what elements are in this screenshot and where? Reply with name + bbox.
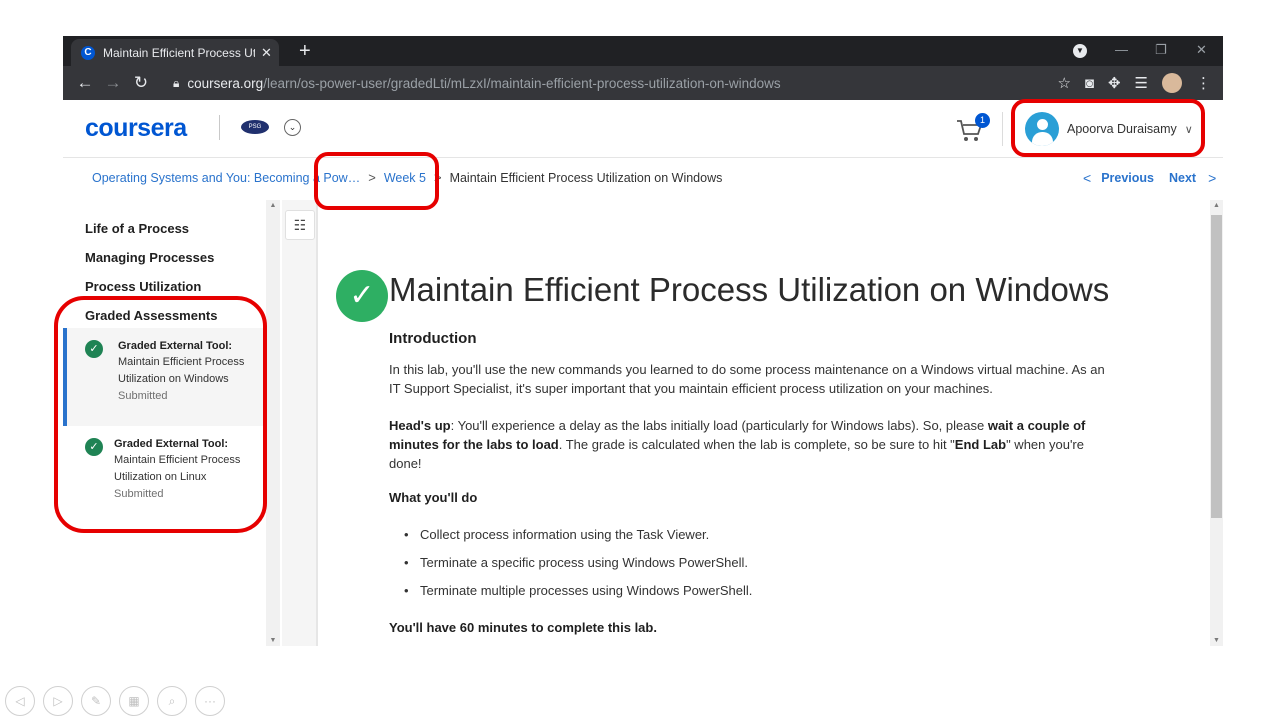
zoom-icon[interactable]: ⌕ <box>157 686 187 716</box>
cart-count-badge: 1 <box>975 113 990 128</box>
restore-icon[interactable]: ❐ <box>1155 42 1167 58</box>
previous-button[interactable]: Previous <box>1101 171 1154 185</box>
minimize-icon[interactable]: — <box>1115 42 1128 57</box>
new-tab-icon[interactable]: + <box>299 39 311 63</box>
intro-paragraph: In this lab, you'll use the new commands… <box>389 362 1105 396</box>
camera-icon[interactable]: ◙ <box>1085 75 1094 92</box>
url-path: /learn/os-power-user/gradedLti/mLzxI/mai… <box>263 75 781 91</box>
close-icon[interactable]: ✕ <box>261 45 272 61</box>
close-window-icon[interactable]: ✕ <box>1196 42 1207 58</box>
divider <box>219 115 220 140</box>
divider <box>63 157 1223 158</box>
scroll-up-icon[interactable]: ▲ <box>1210 202 1223 209</box>
sidebar-section-process-utilization[interactable]: Process Utilization <box>85 279 201 294</box>
scroll-up-icon[interactable]: ▲ <box>266 202 280 209</box>
todo-list: Collect process information using the Ta… <box>404 527 752 611</box>
address-bar[interactable]: 🔒︎ coursera.org/learn/os-power-user/grad… <box>173 66 781 100</box>
page-title: Maintain Efficient Process Utilization o… <box>389 271 1110 308</box>
headsup-text: . The grade is calculated when the lab i… <box>558 437 955 452</box>
breadcrumb-current: Maintain Efficient Process Utilization o… <box>449 170 723 185</box>
extensions-icon[interactable]: ✥ <box>1108 74 1121 92</box>
next-button[interactable]: Next <box>1169 171 1196 185</box>
end-lab-text: End Lab <box>954 437 1007 452</box>
tab-title: Maintain Efficient Process Utiliza <box>103 45 255 60</box>
partner-badge: PSG <box>241 120 269 134</box>
headsup-label: Head's up <box>389 418 451 433</box>
list-item: Terminate multiple processes using Windo… <box>404 583 752 611</box>
list-icon[interactable]: ☷ <box>285 210 315 240</box>
headsup-text: : You'll experience a delay as the labs … <box>450 418 988 433</box>
previous-slide-icon[interactable]: ◁ <box>5 686 35 716</box>
slide-controls: ◁ ▷ ✎ ▦ ⌕ ··· <box>5 686 225 716</box>
profile-avatar[interactable] <box>1162 73 1182 93</box>
toc-column: ☷ <box>282 200 318 646</box>
chevron-right-icon[interactable]: > <box>1208 170 1216 186</box>
browser-tab[interactable]: C Maintain Efficient Process Utiliza ✕ <box>71 39 279 66</box>
annotation-user-highlight <box>1011 99 1205 157</box>
check-icon: ✓ <box>336 270 388 322</box>
sidebar-scrollbar[interactable]: ▲ ▼ <box>266 200 280 646</box>
media-icon[interactable]: ☰ <box>1135 74 1148 92</box>
list-item: Terminate a specific process using Windo… <box>404 555 752 583</box>
star-icon[interactable]: ☆ <box>1057 74 1070 92</box>
headsup-paragraph: Head's up: You'll experience a delay as … <box>389 416 1109 473</box>
divider <box>1002 112 1003 146</box>
chevron-down-icon[interactable]: ▼ <box>1073 44 1087 58</box>
chevron-left-icon[interactable]: < <box>1083 170 1091 186</box>
slides-grid-icon[interactable]: ▦ <box>119 686 149 716</box>
sidebar-section-life-of-a-process[interactable]: Life of a Process <box>85 221 189 236</box>
intro-heading: Introduction <box>389 330 477 347</box>
main-content: ✓ Maintain Efficient Process Utilization… <box>320 200 1210 646</box>
url-host: coursera.org <box>187 75 264 91</box>
todo-heading: What you'll do <box>389 490 478 505</box>
scroll-thumb[interactable] <box>1211 215 1222 518</box>
pen-icon[interactable]: ✎ <box>81 686 111 716</box>
time-limit-note: You'll have 60 minutes to complete this … <box>389 620 657 635</box>
annotation-graded-highlight <box>54 296 267 533</box>
forward-icon[interactable]: → <box>99 73 127 93</box>
main-scrollbar[interactable]: ▲ ▼ <box>1210 200 1223 646</box>
chevron-down-icon[interactable]: ⌄ <box>284 119 301 136</box>
pager: < Previous Next > <box>1083 170 1216 186</box>
lock-icon: 🔒︎ <box>173 75 180 90</box>
browser-toolbar: ← → ↻ 🔒︎ coursera.org/learn/os-power-use… <box>63 66 1223 100</box>
reload-icon[interactable]: ↻ <box>127 73 155 93</box>
annotation-week-highlight <box>314 152 439 210</box>
scroll-down-icon[interactable]: ▼ <box>266 637 280 644</box>
back-icon[interactable]: ← <box>71 73 99 93</box>
more-icon[interactable]: ··· <box>195 686 225 716</box>
next-slide-icon[interactable]: ▷ <box>43 686 73 716</box>
sidebar-section-managing-processes[interactable]: Managing Processes <box>85 250 214 265</box>
coursera-favicon-icon: C <box>81 45 95 60</box>
coursera-logo[interactable]: coursera <box>85 114 187 143</box>
menu-icon[interactable]: ⋮ <box>1196 74 1211 92</box>
browser-tab-bar: C Maintain Efficient Process Utiliza ✕ +… <box>63 36 1223 66</box>
list-item: Collect process information using the Ta… <box>404 527 752 555</box>
scroll-down-icon[interactable]: ▼ <box>1210 637 1223 644</box>
